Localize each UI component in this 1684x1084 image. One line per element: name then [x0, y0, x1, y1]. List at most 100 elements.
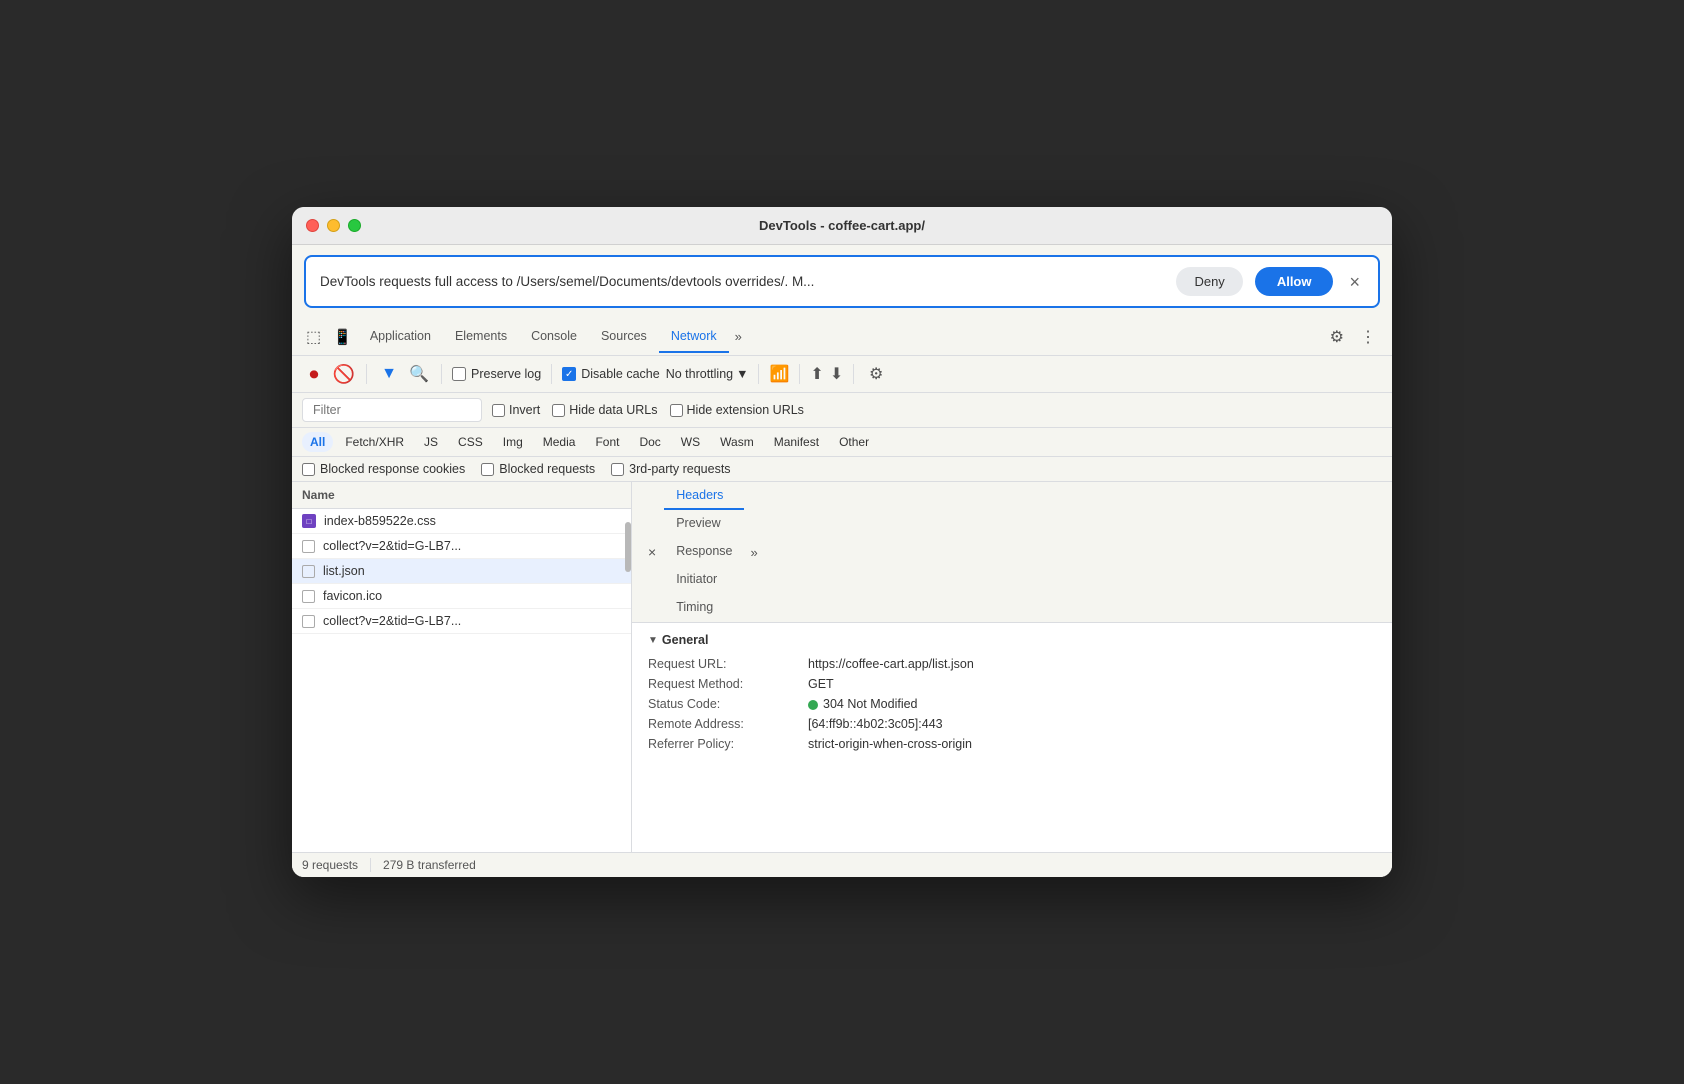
main-content: Name □ index-b859522e.css collect?v=2&ti… — [292, 482, 1392, 852]
file-checkbox[interactable] — [302, 540, 315, 553]
file-item[interactable]: collect?v=2&tid=G-LB7... — [292, 609, 631, 634]
file-checkbox[interactable] — [302, 590, 315, 603]
device-icon[interactable]: 📱 — [327, 320, 358, 354]
tab-elements[interactable]: Elements — [443, 321, 519, 353]
maximize-button[interactable] — [348, 219, 361, 232]
header-rows-container: Request URL: https://coffee-cart.app/lis… — [648, 657, 1376, 751]
header-value: [64:ff9b::4b02:3c05]:443 — [808, 717, 1376, 731]
scrollbar-thumb[interactable] — [625, 522, 631, 572]
type-filter-fetch-xhr[interactable]: Fetch/XHR — [337, 432, 412, 452]
titlebar: DevTools - coffee-cart.app/ — [292, 207, 1392, 245]
more-tabs-button[interactable]: » — [729, 321, 748, 352]
divider-5 — [799, 364, 800, 384]
network-settings-icon[interactable]: ⚙ — [864, 362, 888, 386]
file-item[interactable]: list.json — [292, 559, 631, 584]
upload-icon[interactable]: ⬆ — [810, 364, 823, 384]
tab-console[interactable]: Console — [519, 321, 589, 353]
search-button[interactable]: 🔍 — [407, 362, 431, 386]
tab-application[interactable]: Application — [358, 321, 443, 353]
type-filter-font[interactable]: Font — [587, 432, 627, 452]
close-details-button[interactable]: × — [640, 538, 664, 566]
file-checkbox[interactable] — [302, 565, 315, 578]
type-filter-js[interactable]: JS — [416, 432, 446, 452]
requests-count: 9 requests — [302, 858, 358, 872]
filter-input[interactable] — [302, 398, 482, 422]
type-filter-all[interactable]: All — [302, 432, 333, 452]
more-options-icon[interactable]: ⋮ — [1352, 321, 1384, 353]
type-filter-wasm[interactable]: Wasm — [712, 432, 762, 452]
header-label: Status Code: — [648, 697, 808, 711]
more-detail-tabs[interactable]: » — [744, 539, 763, 566]
divider-2 — [441, 364, 442, 384]
wifi-icon[interactable]: 📶 — [769, 364, 789, 384]
third-party-label[interactable]: 3rd-party requests — [611, 462, 730, 476]
file-name: list.json — [323, 564, 621, 578]
preserve-log-checkbox[interactable] — [452, 367, 466, 381]
disable-cache-text: Disable cache — [581, 367, 660, 381]
hide-extension-urls-checkbox[interactable] — [670, 404, 683, 417]
permission-text: DevTools requests full access to /Users/… — [320, 274, 1164, 289]
blocked-requests-label[interactable]: Blocked requests — [481, 462, 595, 476]
detail-tab-preview[interactable]: Preview — [664, 510, 744, 538]
preserve-log-label[interactable]: Preserve log — [452, 367, 541, 381]
allow-button[interactable]: Allow — [1255, 267, 1334, 296]
tab-network[interactable]: Network — [659, 321, 729, 353]
file-name: index-b859522e.css — [324, 514, 621, 528]
type-filter-ws[interactable]: WS — [673, 432, 708, 452]
clear-button[interactable]: 🚫 — [332, 362, 356, 386]
filter-button[interactable]: ▼ — [377, 362, 401, 386]
css-file-icon: □ — [302, 514, 316, 528]
detail-tab-response[interactable]: Response — [664, 538, 744, 566]
detail-tab-timing[interactable]: Timing — [664, 594, 744, 622]
third-party-checkbox[interactable] — [611, 463, 624, 476]
file-checkbox[interactable] — [302, 615, 315, 628]
deny-button[interactable]: Deny — [1176, 267, 1242, 296]
close-button[interactable] — [306, 219, 319, 232]
name-column-header: Name — [302, 488, 335, 502]
file-item[interactable]: favicon.ico — [292, 584, 631, 609]
blocked-cookies-checkbox[interactable] — [302, 463, 315, 476]
disable-cache-label[interactable]: ✓ Disable cache — [562, 367, 660, 381]
type-filter-manifest[interactable]: Manifest — [766, 432, 827, 452]
tab-sources[interactable]: Sources — [589, 321, 659, 353]
type-filter-doc[interactable]: Doc — [631, 432, 668, 452]
settings-icon[interactable]: ⚙ — [1322, 321, 1352, 353]
divider-4 — [758, 364, 759, 384]
traffic-lights — [306, 219, 361, 232]
third-party-text: 3rd-party requests — [629, 462, 730, 476]
detail-tab-headers[interactable]: Headers — [664, 482, 744, 510]
file-list-header: Name — [292, 482, 631, 509]
type-filter-other[interactable]: Other — [831, 432, 877, 452]
details-tab-container: HeadersPreviewResponseInitiatorTiming — [664, 482, 744, 622]
type-filter-media[interactable]: Media — [535, 432, 584, 452]
divider-1 — [366, 364, 367, 384]
close-banner-button[interactable]: × — [1345, 273, 1364, 291]
disable-cache-checkbox[interactable]: ✓ — [562, 367, 576, 381]
file-list: Name □ index-b859522e.css collect?v=2&ti… — [292, 482, 632, 852]
blocked-response-cookies-label[interactable]: Blocked response cookies — [302, 462, 465, 476]
file-item[interactable]: collect?v=2&tid=G-LB7... — [292, 534, 631, 559]
throttle-select[interactable]: No throttling ▼ — [666, 367, 749, 381]
file-item[interactable]: □ index-b859522e.css — [292, 509, 631, 534]
hide-data-urls-label[interactable]: Hide data URLs — [552, 403, 657, 417]
divider-6 — [853, 364, 854, 384]
invert-checkbox-label[interactable]: Invert — [492, 403, 540, 417]
filter-options: Invert Hide data URLs Hide extension URL… — [492, 403, 804, 417]
detail-tab-initiator[interactable]: Initiator — [664, 566, 744, 594]
minimize-button[interactable] — [327, 219, 340, 232]
cursor-icon[interactable]: ⬚ — [300, 319, 327, 355]
type-filter-img[interactable]: Img — [495, 432, 531, 452]
invert-checkbox[interactable] — [492, 404, 505, 417]
blocked-requests-checkbox[interactable] — [481, 463, 494, 476]
type-filter-css[interactable]: CSS — [450, 432, 491, 452]
file-name: favicon.ico — [323, 589, 621, 603]
status-bar: 9 requests 279 B transferred — [292, 852, 1392, 877]
details-tabs: × HeadersPreviewResponseInitiatorTiming … — [632, 482, 1392, 623]
hide-extension-urls-label[interactable]: Hide extension URLs — [670, 403, 804, 417]
hide-data-urls-checkbox[interactable] — [552, 404, 565, 417]
divider-3 — [551, 364, 552, 384]
stop-recording-button[interactable]: ⏺ — [302, 362, 326, 386]
hide-data-urls-text: Hide data URLs — [569, 403, 657, 417]
download-icon[interactable]: ⬇ — [830, 364, 843, 384]
transferred-size: 279 B transferred — [383, 858, 476, 872]
